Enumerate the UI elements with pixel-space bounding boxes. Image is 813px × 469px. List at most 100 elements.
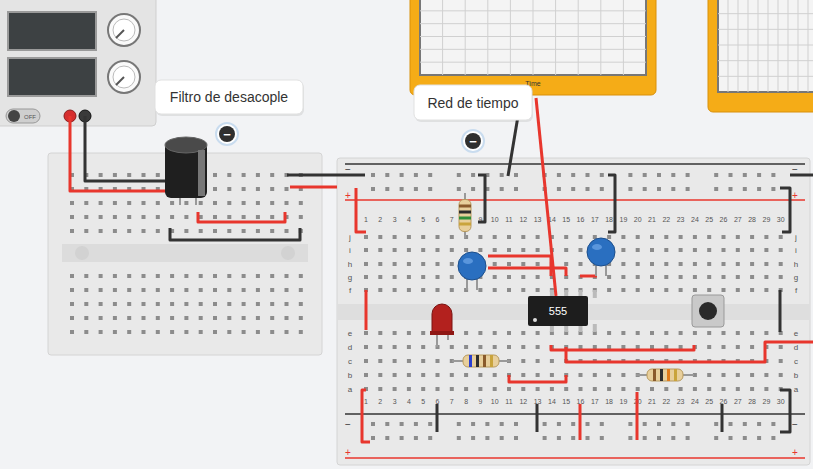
row-letter: b <box>348 371 353 380</box>
oscilloscope-screen <box>718 0 813 92</box>
collapse-glyph: − <box>469 134 477 149</box>
ceramic-capacitor[interactable] <box>458 252 486 290</box>
mini-breadboard-channel <box>62 244 308 262</box>
column-number: 21 <box>648 216 656 223</box>
wire[interactable] <box>170 228 300 240</box>
wire[interactable] <box>362 390 370 442</box>
led[interactable] <box>430 304 454 347</box>
switch-label: OFF <box>24 114 36 120</box>
collapse-icon[interactable]: − <box>462 130 484 152</box>
column-number: 11 <box>505 398 512 405</box>
rail-plus-sign: + <box>792 190 798 201</box>
row-letter: e <box>794 329 799 338</box>
oscilloscope[interactable] <box>708 0 813 112</box>
annotation[interactable]: Filtro de desacople− <box>155 80 304 145</box>
wire[interactable] <box>509 375 566 382</box>
column-number: 20 <box>634 216 642 223</box>
rail-plus-sign: + <box>792 447 798 458</box>
column-number: 12 <box>519 398 527 405</box>
row-letter: h <box>794 260 798 269</box>
pushbutton[interactable] <box>692 295 724 327</box>
rail-minus-sign: − <box>345 164 351 175</box>
column-number: 5 <box>421 216 425 223</box>
voltage-display <box>8 12 96 50</box>
column-number: 24 <box>691 216 699 223</box>
row-letter: f <box>795 286 798 295</box>
wire[interactable] <box>365 290 368 330</box>
wire[interactable] <box>721 404 724 432</box>
wire[interactable] <box>780 390 790 432</box>
column-number: 1 <box>364 216 368 223</box>
knob-icon[interactable] <box>108 61 140 93</box>
wire[interactable] <box>85 116 172 181</box>
wire[interactable] <box>287 174 365 177</box>
wire[interactable] <box>436 404 439 432</box>
wires <box>70 98 813 442</box>
column-number: 2 <box>378 216 382 223</box>
row-letter: a <box>794 385 799 394</box>
knob-icon[interactable] <box>108 14 140 46</box>
row-letter: g <box>794 273 798 282</box>
wire[interactable] <box>290 186 337 189</box>
column-number: 10 <box>491 216 499 223</box>
collapse-glyph: − <box>223 127 231 142</box>
wire[interactable] <box>198 212 285 222</box>
wire[interactable] <box>566 347 765 362</box>
rail-minus-sign: − <box>792 164 798 175</box>
oscilloscope-body <box>410 0 656 95</box>
breadboard-body <box>337 158 810 465</box>
ceramic-capacitor[interactable] <box>587 238 615 276</box>
annotation[interactable]: Red de tiempo− <box>414 85 533 152</box>
column-number: 27 <box>734 216 742 223</box>
column-number: 30 <box>777 398 785 405</box>
wire[interactable] <box>551 345 694 350</box>
wire[interactable] <box>579 404 582 440</box>
column-number: 3 <box>393 398 397 405</box>
circuit-canvas[interactable]: OFFTime−−−−++++1122334455667788991010111… <box>0 0 813 469</box>
column-number: 23 <box>677 216 685 223</box>
column-number: 14 <box>548 398 556 405</box>
timer-chip[interactable]: 555 <box>528 290 597 332</box>
column-number: 16 <box>577 216 585 223</box>
wire[interactable] <box>536 98 556 296</box>
wire[interactable] <box>608 175 615 232</box>
wire[interactable] <box>478 175 485 222</box>
wire[interactable] <box>356 188 366 232</box>
column-number: 13 <box>534 398 542 405</box>
column-number: 25 <box>705 398 713 405</box>
electrolytic-capacitor[interactable] <box>165 137 207 205</box>
wire[interactable] <box>536 404 539 432</box>
column-number: 22 <box>662 216 670 223</box>
wire[interactable] <box>488 268 566 276</box>
wire[interactable] <box>636 392 639 440</box>
column-number: 26 <box>720 216 728 223</box>
wire[interactable] <box>488 256 551 276</box>
switch-track[interactable] <box>6 109 40 123</box>
column-number: 2 <box>378 398 382 405</box>
power-supply[interactable]: OFF <box>0 0 156 126</box>
oscilloscope-screen <box>420 0 646 75</box>
column-number: 27 <box>734 398 742 405</box>
wire[interactable] <box>790 174 813 177</box>
wire[interactable] <box>779 290 782 332</box>
column-number: 18 <box>605 216 613 223</box>
resistor[interactable] <box>636 369 694 381</box>
resistor[interactable] <box>452 355 510 367</box>
breadboard[interactable]: −−−−++++11223344556677889910101111121213… <box>337 158 810 465</box>
resistor[interactable] <box>459 193 471 238</box>
rail-minus-sign: − <box>345 419 351 430</box>
column-number: 6 <box>436 398 440 405</box>
power-switch[interactable]: OFF <box>6 109 40 123</box>
collapse-icon[interactable]: − <box>216 123 238 145</box>
wire[interactable] <box>780 188 790 232</box>
column-number: 24 <box>691 398 699 405</box>
column-number: 30 <box>777 216 785 223</box>
column-number: 19 <box>620 216 628 223</box>
wire[interactable] <box>580 275 597 278</box>
oscilloscope[interactable]: Time <box>410 0 656 95</box>
row-letter: d <box>348 343 352 352</box>
wire[interactable] <box>765 342 813 355</box>
row-letter: c <box>348 357 352 366</box>
column-number: 10 <box>491 398 499 405</box>
current-display <box>8 58 96 96</box>
